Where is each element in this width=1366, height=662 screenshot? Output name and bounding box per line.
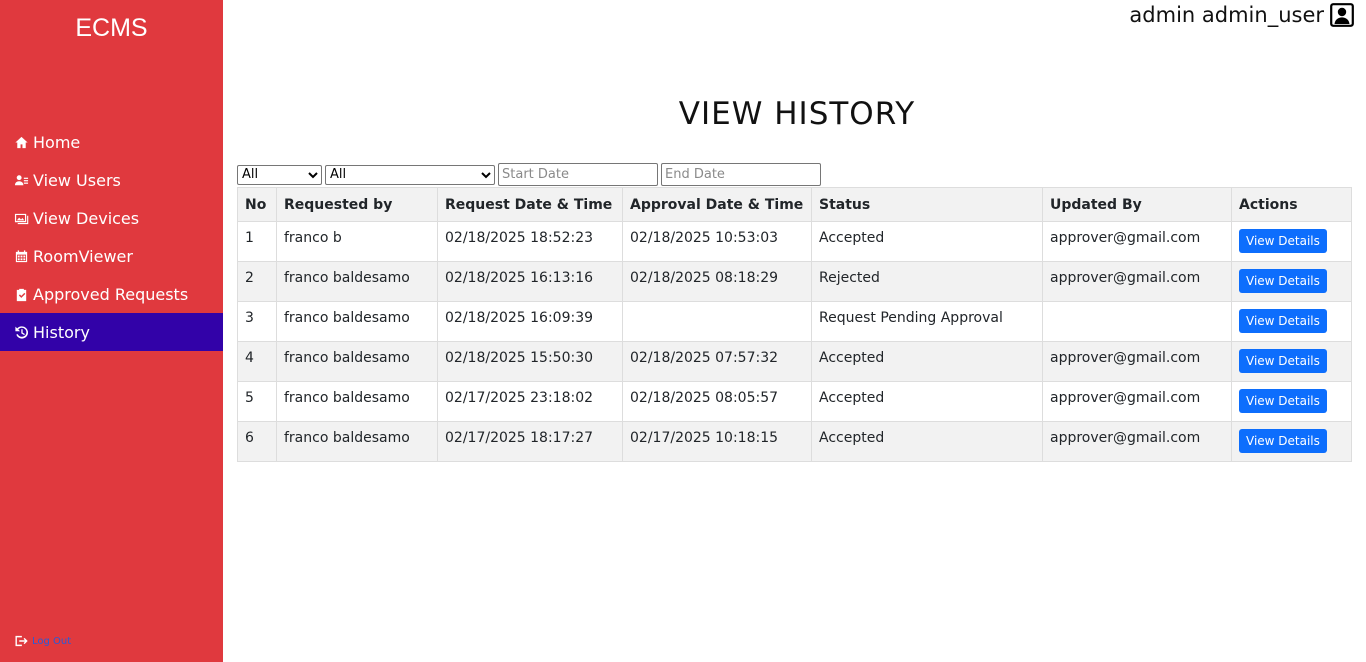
cell-approval-datetime: 02/18/2025 07:57:32 [622,341,812,382]
cell-no: 5 [237,381,277,422]
cell-request-datetime: 02/18/2025 16:09:39 [437,301,623,342]
end-date-input[interactable] [661,163,821,186]
filter-bar: All All [237,163,824,186]
cell-updated-by: approver@gmail.com [1042,341,1232,382]
table-row: 3 franco baldesamo 02/18/2025 16:09:39 R… [237,301,1352,342]
logout-label: Log Out [32,635,72,647]
user-name: admin admin_user [1129,3,1324,27]
sidebar-item-view-users[interactable]: View Users [0,161,223,199]
sidebar-item-home[interactable]: Home [0,123,223,161]
cell-status: Accepted [811,221,1043,262]
cell-actions: View Details [1231,301,1352,342]
cell-requested-by: franco b [276,221,438,262]
column-header-request-datetime: Request Date & Time [437,187,623,222]
user-menu[interactable]: admin admin_user [1129,3,1354,27]
table-header-row: No Requested by Request Date & Time Appr… [237,187,1352,222]
filter-select-2[interactable]: All [325,164,495,185]
cell-approval-datetime: 02/18/2025 08:18:29 [622,261,812,302]
view-details-button[interactable]: View Details [1239,429,1327,453]
cell-no: 6 [237,421,277,462]
home-icon [13,134,29,150]
cell-no: 4 [237,341,277,382]
sidebar-item-label: Home [33,132,81,152]
page-title: VIEW HISTORY [678,96,916,132]
cell-requested-by: franco baldesamo [276,421,438,462]
column-header-approval-datetime: Approval Date & Time [622,187,812,222]
cell-updated-by: approver@gmail.com [1042,261,1232,302]
table-row: 1 franco b 02/18/2025 18:52:23 02/18/202… [237,221,1352,262]
cell-actions: View Details [1231,421,1352,462]
cell-approval-datetime: 02/18/2025 08:05:57 [622,381,812,422]
view-details-button[interactable]: View Details [1239,269,1327,293]
history-icon [13,324,29,340]
calendar-icon [13,248,29,264]
cell-request-datetime: 02/18/2025 15:50:30 [437,341,623,382]
sidebar-item-approved-requests[interactable]: Approved Requests [0,275,223,313]
column-header-status: Status [811,187,1043,222]
cell-updated-by: approver@gmail.com [1042,381,1232,422]
cell-approval-datetime: 02/18/2025 10:53:03 [622,221,812,262]
view-details-button[interactable]: View Details [1239,389,1327,413]
cell-updated-by: approver@gmail.com [1042,221,1232,262]
cell-updated-by [1042,301,1232,342]
sidebar-item-history[interactable]: History [0,313,223,351]
cell-actions: View Details [1231,381,1352,422]
sidebar-item-label: RoomViewer [33,246,133,266]
logout-icon [15,635,28,647]
cell-actions: View Details [1231,341,1352,382]
cell-approval-datetime [622,301,812,342]
sidebar: ECMS Home View Users View Devices RoomVi… [0,0,223,662]
cell-requested-by: franco baldesamo [276,261,438,302]
cell-updated-by: approver@gmail.com [1042,421,1232,462]
user-avatar-icon [1330,3,1354,27]
cell-requested-by: franco baldesamo [276,381,438,422]
cell-approval-datetime: 02/17/2025 10:18:15 [622,421,812,462]
cell-status: Rejected [811,261,1043,302]
history-table: No Requested by Request Date & Time Appr… [237,187,1352,462]
sidebar-item-view-devices[interactable]: View Devices [0,199,223,237]
cell-status: Accepted [811,381,1043,422]
sidebar-item-label: Approved Requests [33,284,189,304]
cell-no: 1 [237,221,277,262]
view-details-button[interactable]: View Details [1239,229,1327,253]
cell-no: 3 [237,301,277,342]
brand-logo[interactable]: ECMS [0,14,223,43]
view-details-button[interactable]: View Details [1239,349,1327,373]
cell-status: Request Pending Approval [811,301,1043,342]
cell-request-datetime: 02/18/2025 16:13:16 [437,261,623,302]
sidebar-item-roomviewer[interactable]: RoomViewer [0,237,223,275]
table-row: 2 franco baldesamo 02/18/2025 16:13:16 0… [237,261,1352,302]
cell-status: Accepted [811,421,1043,462]
sidebar-nav: Home View Users View Devices RoomViewer … [0,123,223,351]
column-header-actions: Actions [1231,187,1352,222]
column-header-updated-by: Updated By [1042,187,1232,222]
cell-request-datetime: 02/17/2025 18:17:27 [437,421,623,462]
column-header-no: No [237,187,277,222]
table-row: 4 franco baldesamo 02/18/2025 15:50:30 0… [237,341,1352,382]
view-details-button[interactable]: View Details [1239,309,1327,333]
cell-actions: View Details [1231,261,1352,302]
cell-requested-by: franco baldesamo [276,301,438,342]
cell-status: Accepted [811,341,1043,382]
cell-actions: View Details [1231,221,1352,262]
users-icon [13,172,29,188]
start-date-input[interactable] [498,163,658,186]
sidebar-item-label: View Users [33,170,121,190]
table-row: 5 franco baldesamo 02/17/2025 23:18:02 0… [237,381,1352,422]
logout-link[interactable]: Log Out [14,634,71,648]
cell-request-datetime: 02/18/2025 18:52:23 [437,221,623,262]
cell-request-datetime: 02/17/2025 23:18:02 [437,381,623,422]
devices-icon [13,210,29,226]
filter-select-1[interactable]: All [237,164,322,185]
cell-no: 2 [237,261,277,302]
table-row: 6 franco baldesamo 02/17/2025 18:17:27 0… [237,421,1352,462]
sidebar-item-label: View Devices [33,208,140,228]
cell-requested-by: franco baldesamo [276,341,438,382]
clipboard-check-icon [13,286,29,302]
sidebar-item-label: History [33,322,90,342]
column-header-requested-by: Requested by [276,187,438,222]
